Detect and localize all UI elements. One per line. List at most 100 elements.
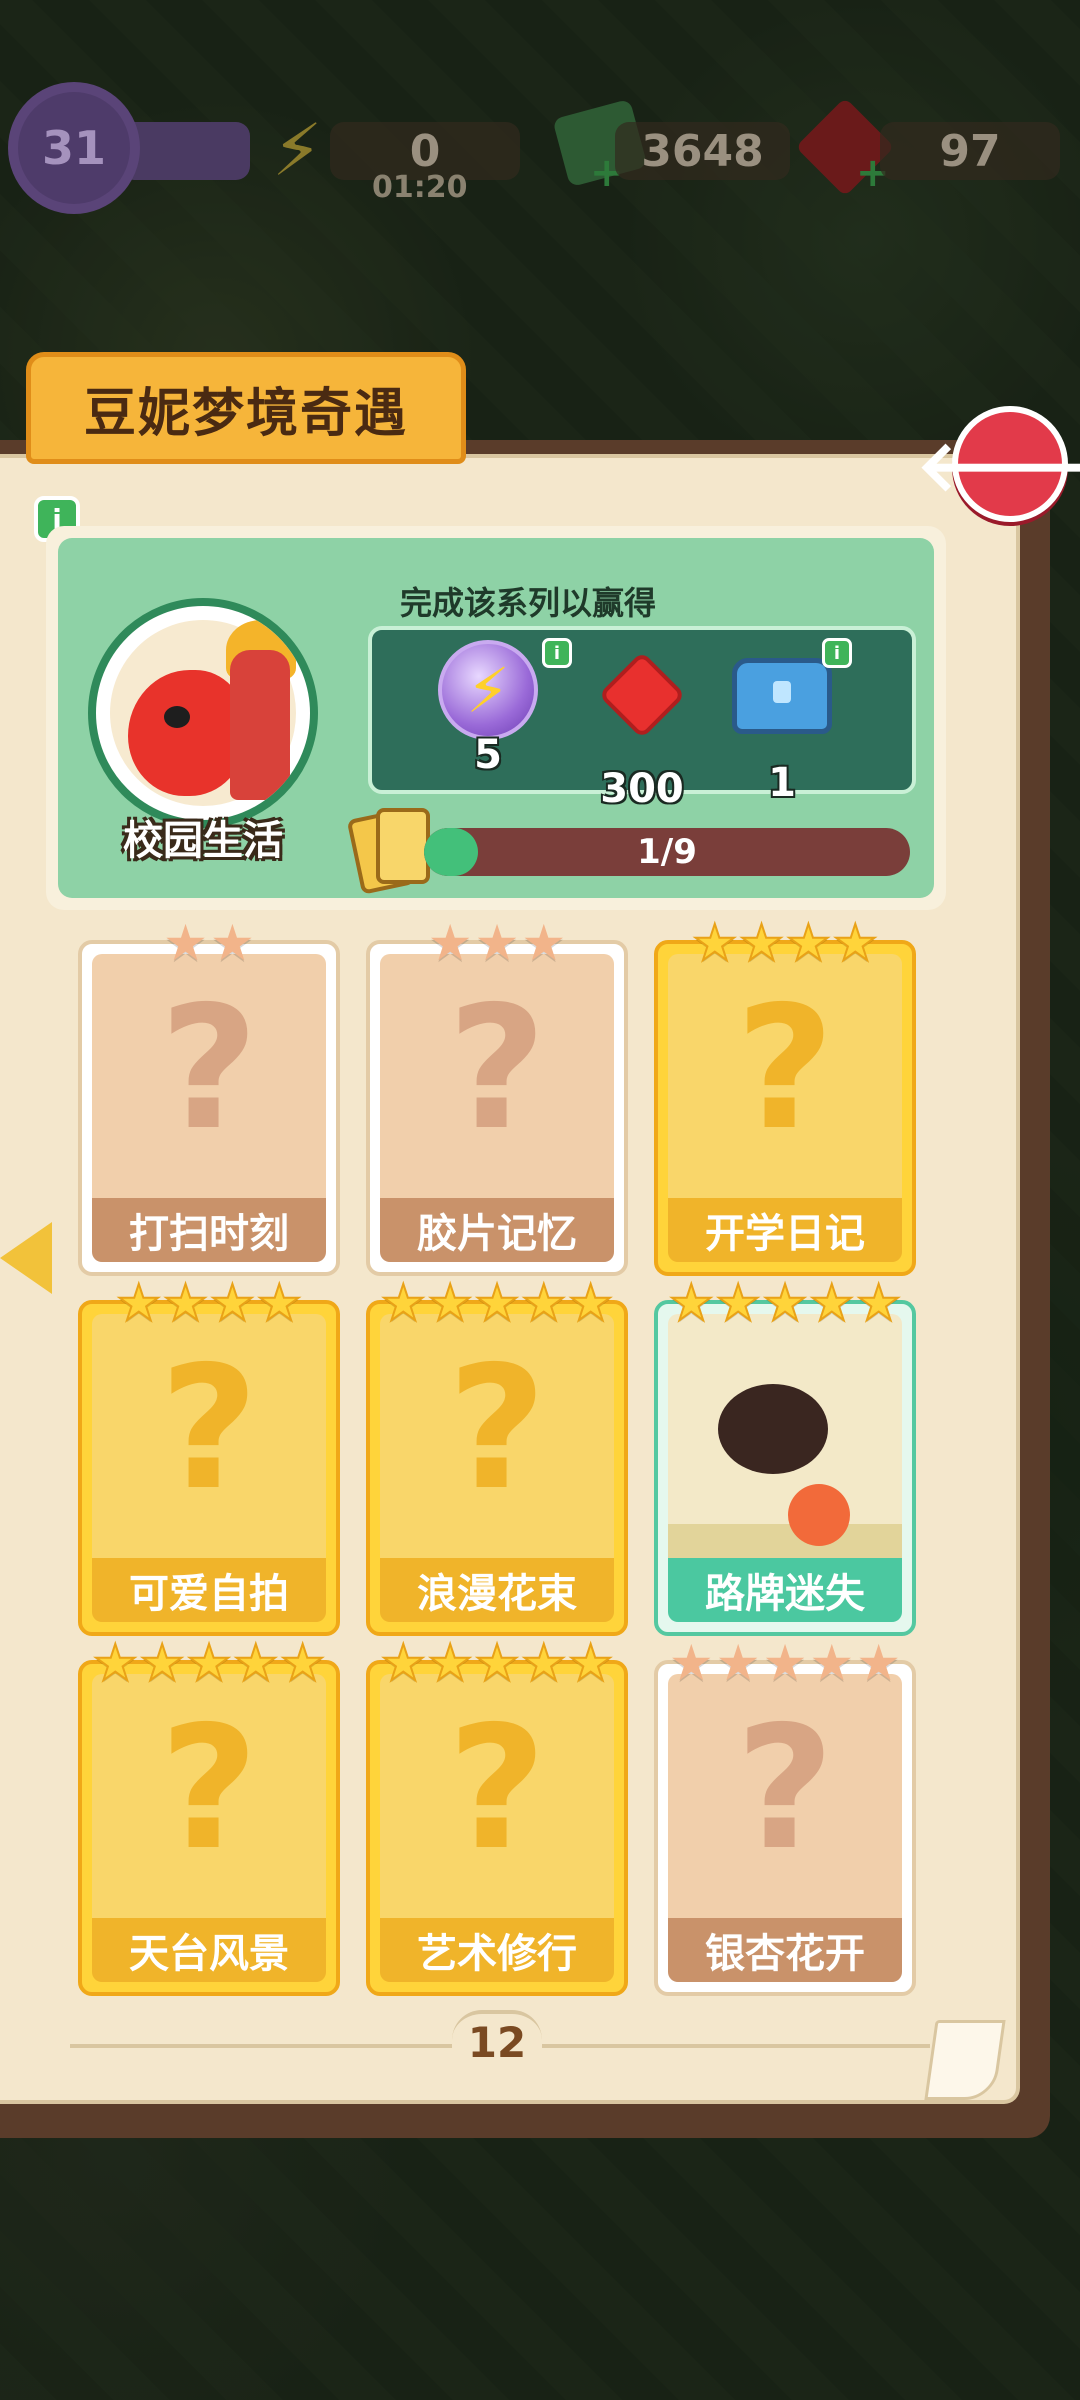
question-mark-icon: ? — [159, 970, 259, 1168]
scene-blob1 — [718, 1384, 828, 1474]
star-icon: ★ — [139, 1634, 186, 1692]
star-icon: ★ — [567, 1634, 614, 1692]
question-mark-icon: ? — [735, 1690, 835, 1888]
album-card[interactable]: ★ ★ ★ ★ ★ 路牌迷失 — [654, 1277, 916, 1636]
gem-counter[interactable]: 97 — [880, 122, 1060, 180]
star-icon: ★ — [279, 1634, 326, 1692]
album-card[interactable]: ? ★ ★ ★ ★ ★ 天台风景 — [78, 1637, 340, 1996]
star-icon: ★ — [474, 1634, 521, 1692]
series-reward-inner: 校园生活 完成该系列以赢得 ⚡ 5 i 300 1 i 1/9 — [58, 538, 934, 898]
star-icon: ★ — [762, 1274, 809, 1332]
card-label: 开学日记 — [668, 1198, 902, 1262]
star-icon: ★ — [856, 1634, 902, 1692]
card-label: 打扫时刻 — [92, 1198, 326, 1262]
star-icon: ★ — [520, 1274, 567, 1332]
star-icon: ★ — [380, 1274, 427, 1332]
star-icon: ★ — [186, 1634, 233, 1692]
card-label: 浪漫花束 — [380, 1558, 614, 1622]
previous-page-arrow[interactable] — [0, 1222, 52, 1294]
star-icon: ★ — [809, 1634, 855, 1692]
level-badge[interactable]: 31 — [18, 92, 130, 204]
energy-timer: 01:20 — [372, 170, 468, 205]
page-number: 12 — [452, 2010, 542, 2070]
card-label: 银杏花开 — [668, 1918, 902, 1982]
cash-counter[interactable]: 3648 — [615, 122, 790, 180]
star-icon: ★ — [162, 1274, 209, 1332]
star-icon: ★ — [668, 1634, 714, 1692]
info-icon: i — [833, 642, 841, 664]
card-stars: ★ ★ ★ ★ — [658, 914, 912, 972]
album-card[interactable]: ? ★ ★ ★ ★ ★ 浪漫花束 — [366, 1277, 628, 1636]
star-icon: ★ — [808, 1274, 855, 1332]
series-progress-bar: 1/9 — [424, 828, 910, 876]
question-mark-icon: ? — [159, 1690, 259, 1888]
question-mark-icon: ? — [159, 1330, 259, 1528]
series-progress-text: 1/9 — [637, 832, 697, 872]
album-title-tab: 豆妮梦境奇遇 — [26, 352, 466, 464]
question-mark-icon: ? — [447, 1690, 547, 1888]
star-icon: ★ — [210, 914, 255, 972]
card-stars: ★ ★ — [82, 918, 336, 968]
star-icon: ★ — [427, 1274, 474, 1332]
card-stars: ★ ★ ★ ★ ★ — [370, 1634, 624, 1692]
star-icon: ★ — [691, 914, 738, 972]
star-icon: ★ — [715, 1634, 761, 1692]
question-mark-icon: ? — [447, 1330, 547, 1528]
card-label: 天台风景 — [92, 1918, 326, 1982]
bird-eye — [164, 706, 190, 728]
reward-info-button[interactable]: i — [822, 638, 852, 668]
card-stars: ★ ★ ★ ★ ★ — [658, 1274, 912, 1332]
album-card[interactable]: ? ★ ★ ★ 胶片记忆 — [366, 918, 628, 1276]
series-avatar-art — [110, 620, 296, 806]
star-icon: ★ — [115, 1274, 162, 1332]
star-icon: ★ — [567, 1274, 614, 1332]
card-stars: ★ ★ ★ ★ ★ — [370, 1274, 624, 1332]
level-value: 31 — [41, 121, 106, 175]
question-mark-icon: ? — [735, 970, 835, 1168]
card-stars: ★ ★ ★ — [370, 918, 624, 968]
red-bird-character — [128, 670, 246, 796]
star-icon: ★ — [762, 1634, 808, 1692]
album-card[interactable]: ? ★ ★ ★ ★ 可爱自拍 — [78, 1277, 340, 1636]
album-title: 豆妮梦境奇遇 — [83, 383, 408, 444]
back-button[interactable]: 🡐 — [916, 406, 1080, 522]
star-icon: ★ — [785, 914, 832, 972]
album-card[interactable]: ? ★ ★ ★ ★ ★ 银杏花开 — [654, 1638, 916, 1996]
star-icon: ★ — [474, 914, 520, 972]
complete-series-text: 完成该系列以赢得 — [399, 584, 656, 622]
series-reward-card: 校园生活 完成该系列以赢得 ⚡ 5 i 300 1 i 1/9 — [46, 526, 946, 910]
gem-value: 97 — [939, 125, 1001, 177]
star-icon: ★ — [232, 1634, 279, 1692]
card-label: 路牌迷失 — [668, 1558, 902, 1622]
star-icon: ★ — [474, 1274, 521, 1332]
card-stars: ★ ★ ★ ★ ★ — [658, 1638, 912, 1688]
star-icon: ★ — [832, 914, 879, 972]
star-icon: ★ — [427, 914, 473, 972]
album-card[interactable]: ? ★ ★ ★ ★ ★ 艺术修行 — [366, 1637, 628, 1996]
series-avatar — [88, 598, 318, 828]
reward-info-button[interactable]: i — [542, 638, 572, 668]
energy-value: 0 — [409, 125, 441, 177]
top-hud: 31 0 ⚡ 01:20 + 3648 + 97 — [0, 0, 1080, 220]
star-icon: ★ — [427, 1634, 474, 1692]
reward-qty: 5 — [474, 732, 502, 778]
blue-chest-icon — [727, 658, 837, 768]
card-label: 胶片记忆 — [380, 1198, 614, 1262]
reward-item-energy[interactable]: ⚡ 5 — [418, 640, 558, 778]
star-icon: ★ — [520, 1634, 567, 1692]
reward-item-gems: 300 — [572, 640, 712, 812]
cash-value: 3648 — [641, 125, 764, 177]
star-icon: ★ — [738, 914, 785, 972]
album-card[interactable]: ? ★ ★ ★ ★ 开学日记 — [654, 917, 916, 1276]
star-icon: ★ — [668, 1274, 715, 1332]
star-icon: ★ — [256, 1274, 303, 1332]
star-icon: ★ — [380, 1634, 427, 1692]
lightning-icon: ⚡ — [272, 108, 323, 192]
star-icon: ★ — [521, 914, 567, 972]
kid-character — [230, 650, 290, 800]
energy-orb-icon: ⚡ — [438, 640, 538, 740]
card-stars: ★ ★ ★ ★ — [82, 1274, 336, 1332]
card-label: 艺术修行 — [380, 1918, 614, 1982]
album-card[interactable]: ? ★ ★ 打扫时刻 — [78, 918, 340, 1276]
back-arrow-icon: 🡐 — [916, 424, 1080, 507]
